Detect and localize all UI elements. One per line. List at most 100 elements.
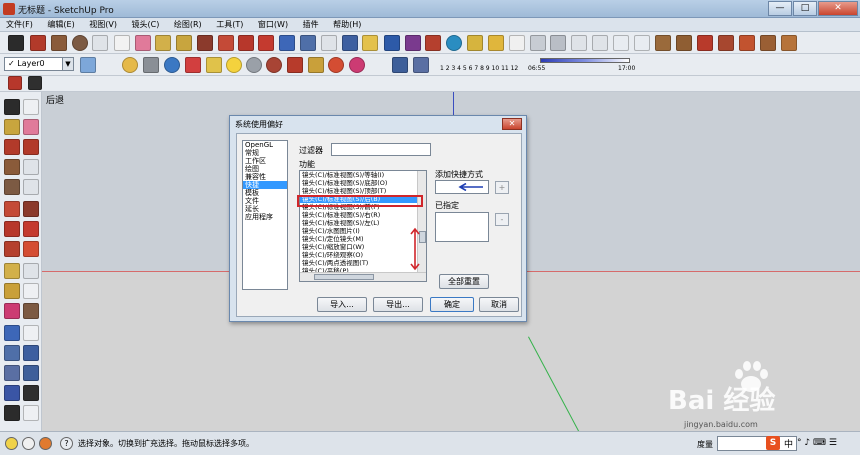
soften-edges-icon[interactable] [266,57,282,73]
rotate-tool-icon[interactable] [4,221,20,237]
function-item[interactable]: 镜头(C)/标准视图(S)/右(R) [300,211,426,219]
drape-icon[interactable] [739,35,755,51]
zoom-tool-icon[interactable] [4,345,20,361]
section-tool-icon[interactable] [23,405,39,421]
left-view-icon[interactable] [634,35,650,51]
menu-edit[interactable]: 编辑(E) [41,18,80,32]
look-around-tool-icon[interactable] [23,385,39,401]
select-tool-icon[interactable] [4,99,20,115]
eraser-icon[interactable] [135,35,151,51]
category-extensions[interactable]: 延长 [243,205,287,213]
circle-icon[interactable] [72,35,88,51]
styles-icon[interactable] [164,57,180,73]
back-view-icon[interactable] [613,35,629,51]
warehouse-icon[interactable] [362,35,378,51]
scale-tool-icon[interactable] [4,241,20,257]
outliner-icon[interactable] [287,57,303,73]
function-list-hscroll[interactable] [300,272,426,281]
vscroll-thumb[interactable] [419,231,426,243]
polygon-icon[interactable] [114,35,130,51]
materials-icon[interactable] [122,57,138,73]
3d-text-tool-icon[interactable] [23,303,39,319]
axes-icon[interactable] [349,57,365,73]
line-tool-icon[interactable] [4,139,20,155]
rectangle-tool-icon[interactable] [4,159,20,175]
menu-plugins[interactable]: 插件 [297,18,325,32]
scenes-icon[interactable] [206,57,222,73]
category-applications[interactable]: 应用程序 [243,213,287,221]
pan-icon[interactable] [300,35,316,51]
section-plane-icon[interactable] [655,35,671,51]
geo-location-icon[interactable] [488,35,504,51]
close-button[interactable]: ✕ [818,1,858,16]
top-view-icon[interactable] [550,35,566,51]
orbit-tool-icon[interactable] [4,325,20,341]
layers-icon[interactable] [185,57,201,73]
make-component-icon[interactable] [23,99,39,115]
select-arrow-icon[interactable] [8,35,24,51]
text-tool-icon[interactable] [23,283,39,299]
push-pull-icon[interactable] [197,35,213,51]
function-item[interactable]: 镜头(C)/两点透视图(T) [300,259,426,267]
position-camera-tool-icon[interactable] [4,385,20,401]
import-button[interactable]: 导入... [317,297,367,312]
followme-tool-icon[interactable] [23,221,39,237]
dimension-tool-icon[interactable] [23,263,39,279]
layer-manager-icon[interactable] [80,57,96,73]
axes-tool-icon[interactable] [4,303,20,319]
layer-dropdown[interactable]: ✓ Layer0 ▼ [4,57,74,71]
offset-tool-icon[interactable] [23,179,39,195]
function-item[interactable]: 镜头(C)/标准视图(S)/左(L) [300,219,426,227]
component-icon[interactable] [405,35,421,51]
add-shortcut-button[interactable]: + [495,181,509,194]
function-item[interactable]: 镜头(C)/定位镜头(M) [300,235,426,243]
arc-tool-icon[interactable] [23,159,39,175]
eraser-tool-icon[interactable] [23,119,39,135]
remove-shortcut-button[interactable]: - [495,213,509,226]
orbit-icon[interactable] [279,35,295,51]
pushpull-tool-icon[interactable] [23,201,39,217]
category-template[interactable]: 模板 [243,189,287,197]
menu-camera[interactable]: 镜头(C) [126,18,166,32]
function-item[interactable]: 镜头(C)/标准视图(S)/底部(O) [300,179,426,187]
shadows-icon[interactable] [226,57,242,73]
paint-bucket-icon[interactable] [176,35,192,51]
function-item[interactable]: 镜头(C)/标准视图(S)/顶部(T) [300,187,426,195]
category-general[interactable]: 常规 [243,149,287,157]
tray-icons[interactable]: ° ♪ ⌨ ☰ [797,438,837,448]
share-model-icon[interactable] [384,35,400,51]
pan-tool-icon[interactable] [23,325,39,341]
hscroll-thumb[interactable] [314,274,374,280]
walk-icon[interactable] [8,76,22,90]
previous-view-tool-icon[interactable] [4,365,20,381]
shadow-time-slider[interactable] [540,58,630,63]
category-workspace[interactable]: 工作区 [243,157,287,165]
pencil-icon[interactable] [30,35,46,51]
extension-icon[interactable] [425,35,441,51]
stamp-icon[interactable] [718,35,734,51]
move-tool-icon[interactable] [4,201,20,217]
protractor-tool-icon[interactable] [4,283,20,299]
maximize-button[interactable]: □ [793,1,817,16]
ok-button[interactable]: 确定 [430,297,474,312]
shadow-time-scale[interactable]: 1 2 3 4 5 6 7 8 9 10 11 12 06:55 17:00 [440,56,640,74]
shadow-toggle-icon[interactable] [413,57,429,73]
rectangle-icon[interactable] [51,35,67,51]
function-item[interactable]: 镜头(C)/环绕观察(O) [300,251,426,259]
filter-input[interactable] [331,143,431,156]
ime-icon[interactable]: S [766,436,780,450]
menu-tools[interactable]: 工具(T) [210,18,249,32]
category-drawing[interactable]: 绘图 [243,165,287,173]
menu-file[interactable]: 文件(F) [0,18,39,32]
category-opengl[interactable]: OpenGL [243,141,287,149]
category-files[interactable]: 文件 [243,197,287,205]
offset2-tool-icon[interactable] [23,241,39,257]
help-icon[interactable]: ? [60,437,73,450]
components-icon[interactable] [143,57,159,73]
zoom-window-tool-icon[interactable] [23,345,39,361]
ime-language[interactable]: 中 [784,437,793,450]
shadow-settings-icon[interactable] [392,57,408,73]
layout-icon[interactable] [509,35,525,51]
rotate-icon[interactable] [238,35,254,51]
follow-me-icon[interactable] [258,35,274,51]
